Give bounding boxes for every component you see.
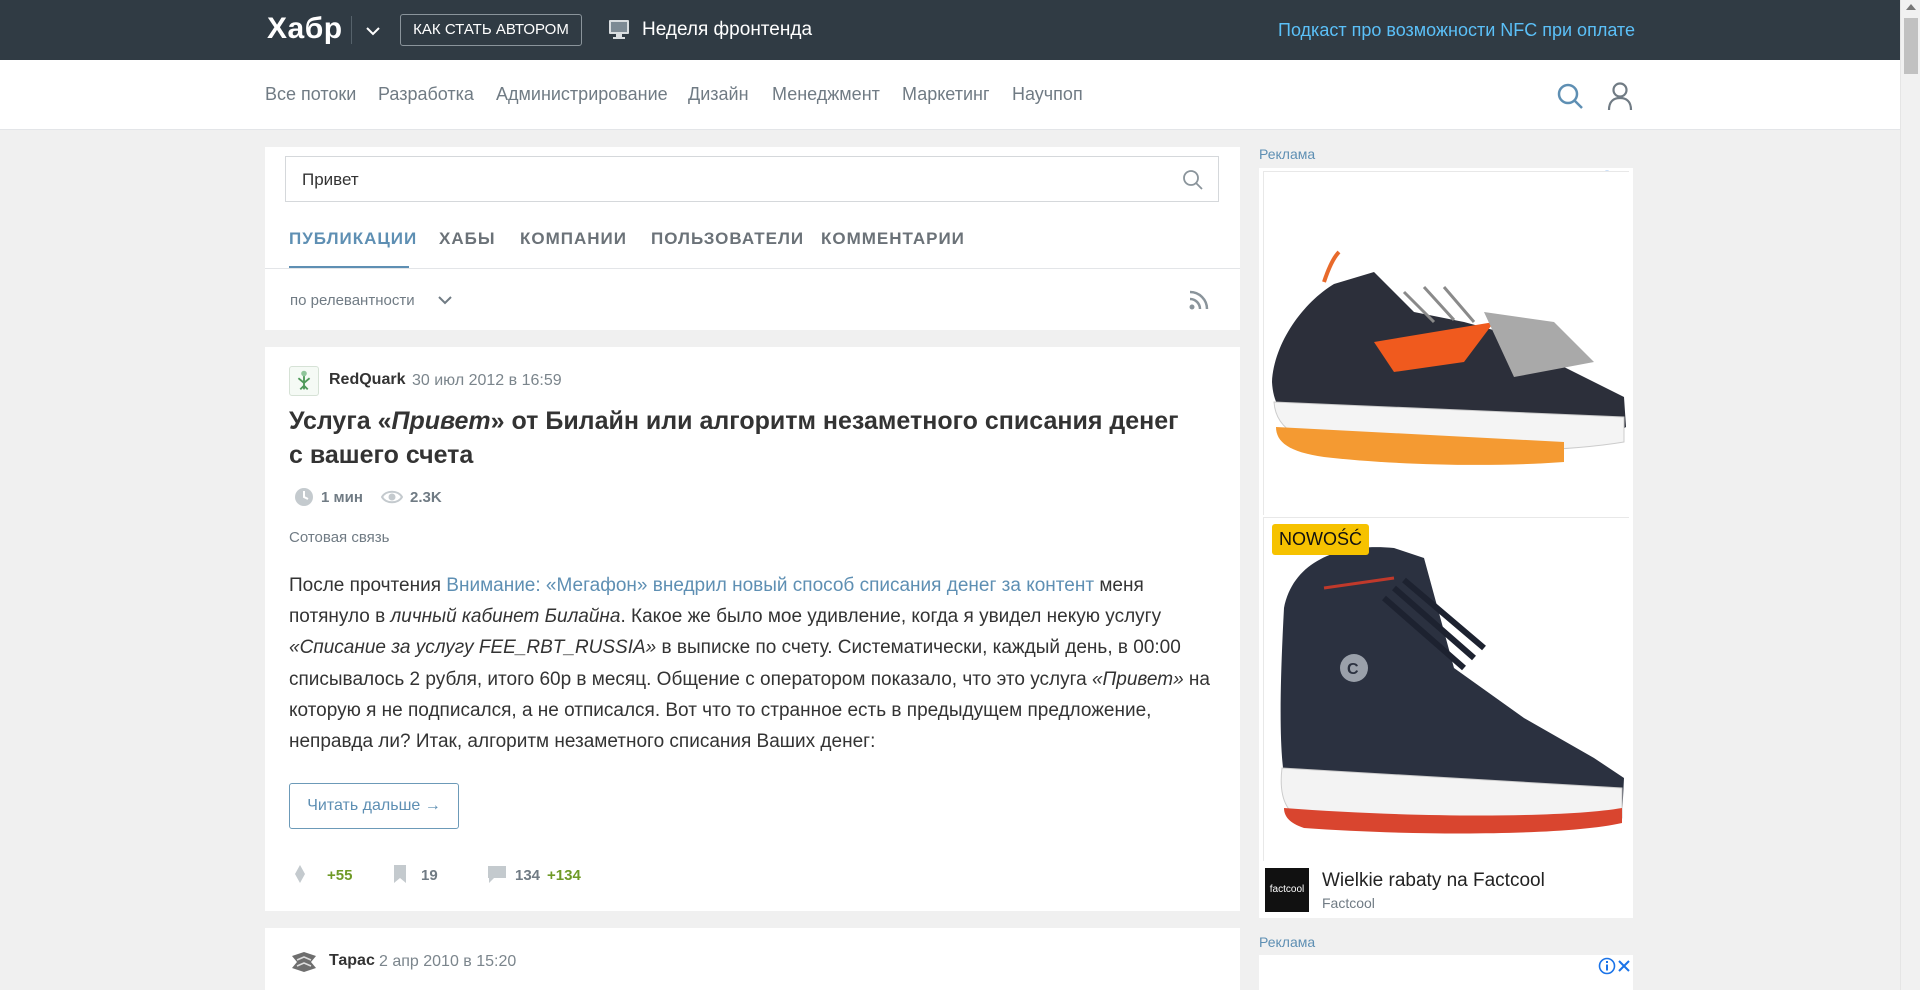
text: «Привет» (1091, 668, 1184, 690)
bookmarks-count: 19 (421, 867, 438, 884)
author-name[interactable]: RedQuark (329, 371, 405, 389)
tab-users[interactable]: ПОЛЬЗОВАТЕЛИ (651, 229, 804, 249)
rating-value: +55 (327, 867, 353, 884)
eye-icon (381, 490, 403, 504)
ad-banner[interactable] (1259, 955, 1633, 990)
comments-count[interactable]: 134 (515, 867, 540, 884)
author-name[interactable]: Тарас (329, 952, 375, 970)
nfc-podcast-link[interactable]: Подкаст про возможности NFC при оплате (1278, 20, 1635, 41)
nav-bar: Все потоки Разработка Администрирование … (0, 60, 1900, 130)
title-part[interactable]: Услуга « (289, 407, 392, 435)
search-icon[interactable] (1556, 82, 1584, 110)
rating-icon[interactable] (289, 863, 311, 885)
shoe-image[interactable]: C (1264, 518, 1630, 862)
new-badge: NOWOŚĆ (1272, 524, 1369, 555)
scroll-up-arrow-icon[interactable] (1906, 4, 1916, 10)
tab-publications[interactable]: ПУБЛИКАЦИИ (289, 229, 417, 249)
clock-icon (295, 488, 313, 506)
search-input[interactable]: Привет (285, 156, 1219, 202)
views-count: 2.3K (410, 489, 442, 506)
chevron-down-icon[interactable] (362, 20, 384, 42)
ad-banner[interactable]: C NOWOŚĆ factcool Wielkie rabaty na Fact… (1259, 168, 1633, 918)
info-icon[interactable] (1598, 957, 1616, 975)
avatar[interactable] (289, 948, 319, 976)
text: личный кабинет Билайна (390, 606, 621, 628)
ad-title[interactable]: Wielkie rabaty na Factcool (1322, 870, 1545, 892)
sort-dropdown[interactable]: по релевантности (290, 292, 415, 309)
article-card: Тарас 2 апр 2010 в 15:20 (265, 928, 1240, 990)
bookmark-icon[interactable] (389, 863, 411, 885)
referenced-article-link[interactable]: Внимание: «Мегафон» внедрил новый способ… (446, 575, 1094, 596)
scrollbar-thumb[interactable] (1904, 18, 1918, 74)
read-more-button[interactable]: Читать дальше → (289, 783, 459, 829)
ad-label: Реклама (1259, 934, 1316, 950)
habr-logo[interactable]: Хабр (267, 12, 343, 46)
frontend-week-link[interactable]: Неделя фронтенда (642, 19, 812, 41)
tab-companies[interactable]: КОМПАНИИ (520, 229, 627, 249)
nav-item-development[interactable]: Разработка (378, 84, 474, 105)
divider (265, 268, 1240, 269)
search-query[interactable]: Привет (302, 170, 359, 190)
ad-product-card[interactable] (1263, 171, 1630, 516)
ad-label: Реклама (1259, 146, 1316, 162)
new-comments-count[interactable]: +134 (547, 867, 581, 884)
monitor-icon (609, 20, 629, 39)
text: . Какое же было мое удивление, когда я у… (620, 606, 1162, 628)
publish-date: 2 апр 2010 в 15:20 (379, 953, 517, 970)
top-bar: Хабр КАК СТАТЬ АВТОРОМ Неделя фронтенда … (0, 0, 1900, 60)
become-author-button[interactable]: КАК СТАТЬ АВТОРОМ (400, 14, 582, 46)
search-panel: Привет ПУБЛИКАЦИИ ХАБЫ КОМПАНИИ ПОЛЬЗОВА… (265, 147, 1240, 330)
scrollbar[interactable] (1900, 0, 1920, 990)
close-icon[interactable] (1615, 957, 1633, 975)
avatar[interactable] (289, 366, 319, 396)
article-title[interactable]: Услуга «Привет» от Билайн или алгоритм н… (289, 404, 1189, 472)
chevron-down-icon[interactable] (435, 290, 455, 310)
svg-text:C: C (1347, 661, 1359, 678)
nav-item-administration[interactable]: Администрирование (496, 84, 668, 105)
hub-link[interactable]: Сотовая связь (289, 529, 389, 546)
divider (351, 16, 352, 44)
tab-hubs[interactable]: ХАБЫ (439, 229, 495, 249)
user-icon[interactable] (1606, 81, 1634, 111)
article-card: RedQuark 30 июл 2012 в 16:59 Услуга «При… (265, 347, 1240, 911)
comment-icon[interactable] (486, 863, 508, 885)
search-icon[interactable] (1182, 169, 1204, 191)
nav-item-all-streams[interactable]: Все потоки (265, 84, 356, 105)
nav-item-design[interactable]: Дизайн (688, 84, 749, 105)
nav-item-marketing[interactable]: Маркетинг (902, 84, 990, 105)
text: После прочтения (289, 575, 447, 596)
factcool-logo[interactable]: factcool (1265, 868, 1309, 912)
nav-item-popsci[interactable]: Научпоп (1012, 84, 1083, 105)
text: «Списание за услугу FEE_RBT_RUSSIA» (289, 637, 657, 659)
ad-product-card[interactable]: C NOWOŚĆ (1263, 517, 1630, 862)
nav-item-management[interactable]: Менеджмент (772, 84, 880, 105)
publish-date: 30 июл 2012 в 16:59 (412, 372, 562, 389)
reading-time: 1 мин (321, 489, 363, 506)
rss-icon[interactable] (1188, 289, 1210, 311)
sneaker-image[interactable] (1264, 172, 1630, 516)
tab-comments[interactable]: КОММЕНТАРИИ (821, 229, 965, 249)
ad-brand[interactable]: Factcool (1322, 895, 1375, 911)
article-preview: После прочтения Внимание: «Мегафон» внед… (289, 570, 1229, 757)
title-part[interactable]: Привет (392, 407, 491, 435)
